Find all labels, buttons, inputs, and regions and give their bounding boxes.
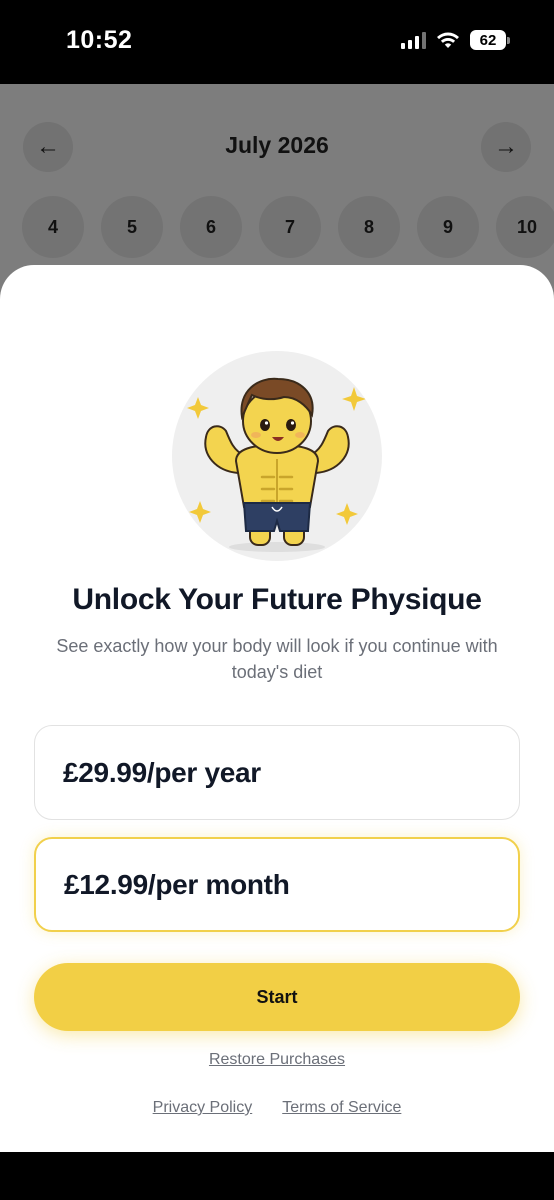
day-chip[interactable]: 5 bbox=[101, 196, 163, 258]
paywall-title: Unlock Your Future Physique bbox=[72, 583, 482, 616]
arrow-right-icon: → bbox=[494, 133, 518, 160]
month-title: July 2026 bbox=[225, 132, 329, 158]
start-button[interactable]: Start bbox=[34, 963, 520, 1031]
paywall-subtitle: See exactly how your body will look if y… bbox=[56, 636, 498, 682]
restore-purchases-link[interactable]: Restore Purchases bbox=[0, 1051, 554, 1069]
muscular-mascot-illustration bbox=[187, 377, 366, 552]
battery-level: 62 bbox=[470, 30, 506, 50]
next-month-button[interactable]: → bbox=[481, 122, 531, 172]
home-indicator-area bbox=[0, 1152, 554, 1200]
terms-of-service-link[interactable]: Terms of Service bbox=[282, 1099, 401, 1117]
month-header: ← July 2026 → bbox=[0, 122, 554, 174]
status-icons: 62 bbox=[401, 30, 510, 50]
day-chip[interactable]: 7 bbox=[259, 196, 321, 258]
status-bar: 10:52 62 bbox=[0, 0, 554, 84]
hero-illustration bbox=[172, 351, 382, 561]
plan-price: £29.99/per year bbox=[63, 756, 261, 788]
plan-option-monthly[interactable]: £12.99/per month bbox=[34, 837, 520, 932]
legal-links: Privacy Policy Terms of Service bbox=[0, 1099, 554, 1117]
day-chip[interactable]: 8 bbox=[338, 196, 400, 258]
day-chip[interactable]: 10 bbox=[496, 196, 554, 258]
status-time: 10:52 bbox=[66, 26, 133, 54]
plan-option-yearly[interactable]: £29.99/per year bbox=[34, 725, 520, 820]
day-chip[interactable]: 6 bbox=[180, 196, 242, 258]
day-chip[interactable]: 4 bbox=[22, 196, 84, 258]
signal-icon bbox=[401, 31, 426, 49]
day-selector: 4 5 6 7 8 9 10 bbox=[0, 196, 554, 258]
wifi-icon bbox=[437, 32, 459, 48]
privacy-policy-link[interactable]: Privacy Policy bbox=[153, 1099, 253, 1117]
day-chip[interactable]: 9 bbox=[417, 196, 479, 258]
paywall-sheet: Unlock Your Future Physique See exactly … bbox=[0, 265, 554, 1152]
battery-icon: 62 bbox=[470, 30, 510, 50]
plan-price: £12.99/per month bbox=[64, 868, 290, 900]
